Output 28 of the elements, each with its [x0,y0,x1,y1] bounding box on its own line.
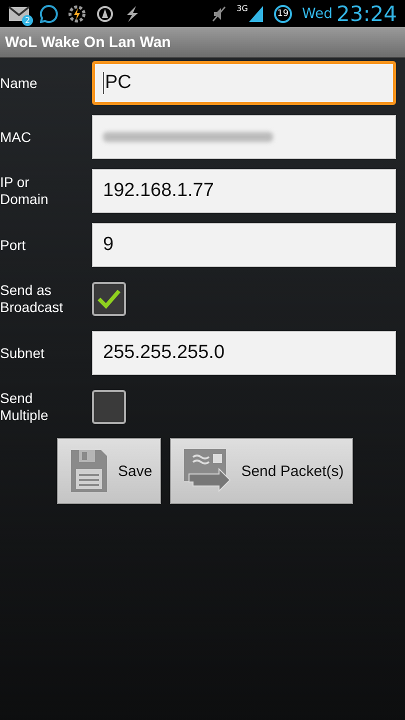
chat-icon [40,4,58,22]
field-label: Port [0,236,27,254]
signal-icon [248,4,264,22]
checkbox[interactable] [92,282,126,316]
battery-level: 19 [274,4,292,22]
status-time: 23:24 [336,2,397,26]
postcard-arrow-icon [183,448,232,494]
gear-icon [68,4,86,22]
checkbox[interactable] [92,390,126,424]
status-day: Wed [302,6,332,22]
network-type: 3G [236,4,248,13]
text-field[interactable]: 192.168.1.77 [92,169,396,213]
muted-speaker-icon [210,4,227,22]
field-label: MAC [0,128,32,146]
field-label: Subnet [0,344,46,362]
field-label: IP or Domain [0,174,50,208]
field-label: Name [0,74,38,92]
field-label: Send as Broadcast [0,282,64,316]
save-button[interactable]: Save [57,438,162,504]
text-field[interactable]: PC [92,61,396,105]
field-label: Send Multiple [0,390,50,424]
text-field[interactable]: 9 [92,223,396,267]
text-field[interactable]: 255.255.255.0 [92,331,396,375]
mail-icon: 2 [8,4,30,22]
text-field[interactable] [92,115,396,159]
compass-icon [96,4,114,22]
send-button[interactable]: Send Packet(s) [170,438,353,504]
app-title: WoL Wake On Lan Wan [5,34,171,50]
